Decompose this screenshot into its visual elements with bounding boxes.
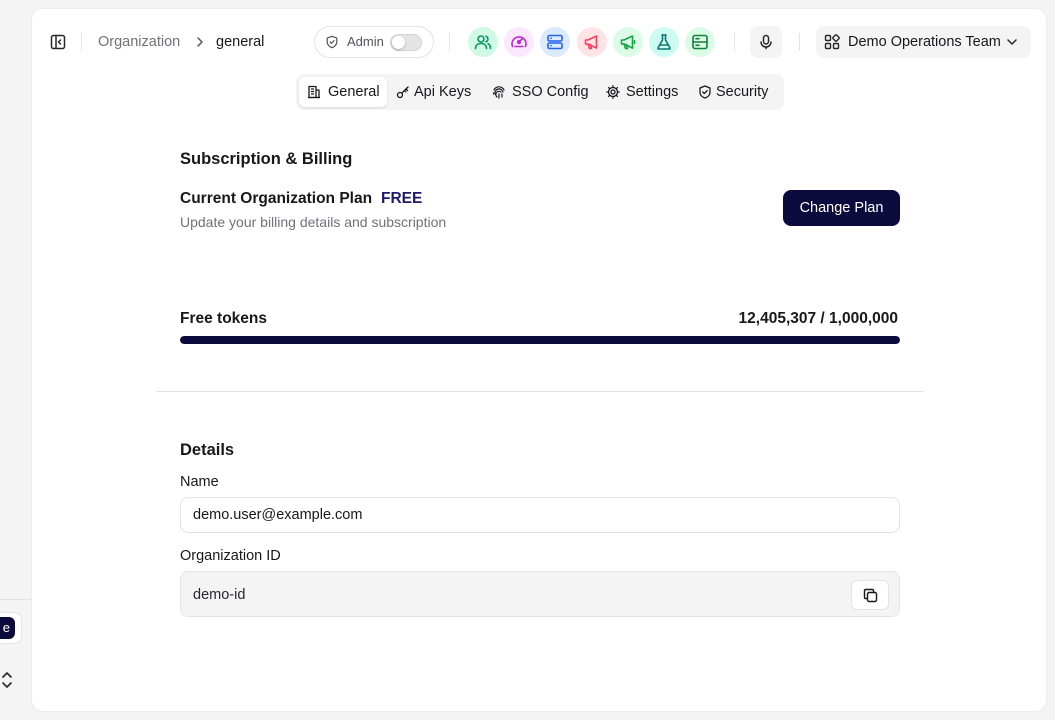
billing-subtitle: Update your billing details and subscrip… — [180, 214, 447, 230]
megaphone-icon[interactable] — [577, 27, 607, 57]
section-divider — [156, 391, 924, 392]
free-tokens-value: 12,405,307 / 1,000,000 — [738, 310, 898, 327]
tab-settings[interactable]: Settings — [599, 77, 689, 107]
admin-switch[interactable] — [390, 34, 422, 51]
building-icon — [308, 85, 320, 99]
sidebar-toggle-icon[interactable] — [50, 34, 66, 50]
change-plan-button[interactable]: Change Plan — [783, 190, 900, 226]
megaphone-green-icon[interactable] — [613, 27, 643, 57]
separator — [81, 33, 82, 51]
tab-sso-config[interactable]: SSO Config — [485, 77, 597, 107]
copy-icon — [863, 588, 878, 603]
details-section-title: Details — [180, 441, 235, 459]
separator — [734, 33, 735, 51]
tab-sso-config-label: SSO Config — [512, 84, 589, 100]
shield-icon — [326, 35, 338, 49]
tab-security-label: Security — [716, 84, 769, 100]
separator — [799, 33, 800, 51]
left-sidebar-edge: e — [0, 0, 31, 720]
tab-security[interactable]: Security — [692, 77, 780, 107]
billing-section-title: Subscription & Billing — [180, 150, 353, 168]
main-panel: Organization general Admin Demo Operatio… — [31, 8, 1047, 712]
sidebar-clipped-button[interactable]: e — [0, 612, 22, 644]
tab-general[interactable]: General — [299, 77, 387, 107]
chevron-right-icon — [197, 37, 203, 47]
gauge-icon[interactable] — [504, 27, 534, 57]
server-icon[interactable] — [540, 27, 570, 57]
tab-api-keys[interactable]: Api Keys — [390, 77, 482, 107]
top-bar: Organization general Admin Demo Operatio… — [32, 9, 1046, 75]
name-field-label: Name — [180, 474, 219, 490]
tab-api-keys-label: Api Keys — [414, 84, 472, 100]
copy-org-id-button[interactable] — [851, 580, 889, 610]
org-id-label: Organization ID — [180, 548, 281, 564]
admin-toggle-pill[interactable]: Admin — [314, 26, 434, 58]
sidebar-divider — [0, 599, 31, 600]
chevron-down-icon — [1007, 39, 1017, 45]
separator — [449, 33, 450, 51]
team-selector[interactable]: Demo Operations Team — [816, 26, 1031, 58]
team-selector-label: Demo Operations Team — [848, 34, 1001, 50]
tab-general-label: General — [328, 84, 380, 100]
team-icon[interactable] — [468, 27, 498, 57]
tab-settings-label: Settings — [626, 84, 679, 100]
plan-label: Current Organization Plan — [180, 190, 373, 207]
fingerprint-icon — [492, 86, 505, 99]
admin-label: Admin — [347, 34, 384, 49]
shield-check-icon — [699, 85, 711, 99]
org-id-field: demo-id — [180, 571, 900, 617]
org-id-value: demo-id — [193, 587, 246, 603]
gear-icon — [606, 85, 620, 99]
free-tokens-label: Free tokens — [180, 310, 268, 327]
key-icon — [396, 86, 409, 99]
tokens-progress-bar — [180, 336, 900, 344]
tokens-progress-fill — [180, 336, 900, 344]
breadcrumb-organization[interactable]: Organization — [98, 33, 180, 51]
plan-name-badge: FREE — [381, 190, 423, 207]
grid-icon — [824, 34, 840, 50]
microphone-button[interactable] — [750, 26, 782, 58]
flask-icon[interactable] — [649, 27, 679, 57]
microphone-icon — [760, 34, 772, 50]
name-field[interactable] — [180, 497, 900, 533]
breadcrumb-current: general — [216, 34, 265, 50]
database-icon[interactable] — [685, 27, 715, 57]
chevrons-up-down-icon[interactable] — [0, 670, 14, 690]
settings-tabs: General Api Keys SSO Config Settings Sec… — [296, 74, 784, 110]
